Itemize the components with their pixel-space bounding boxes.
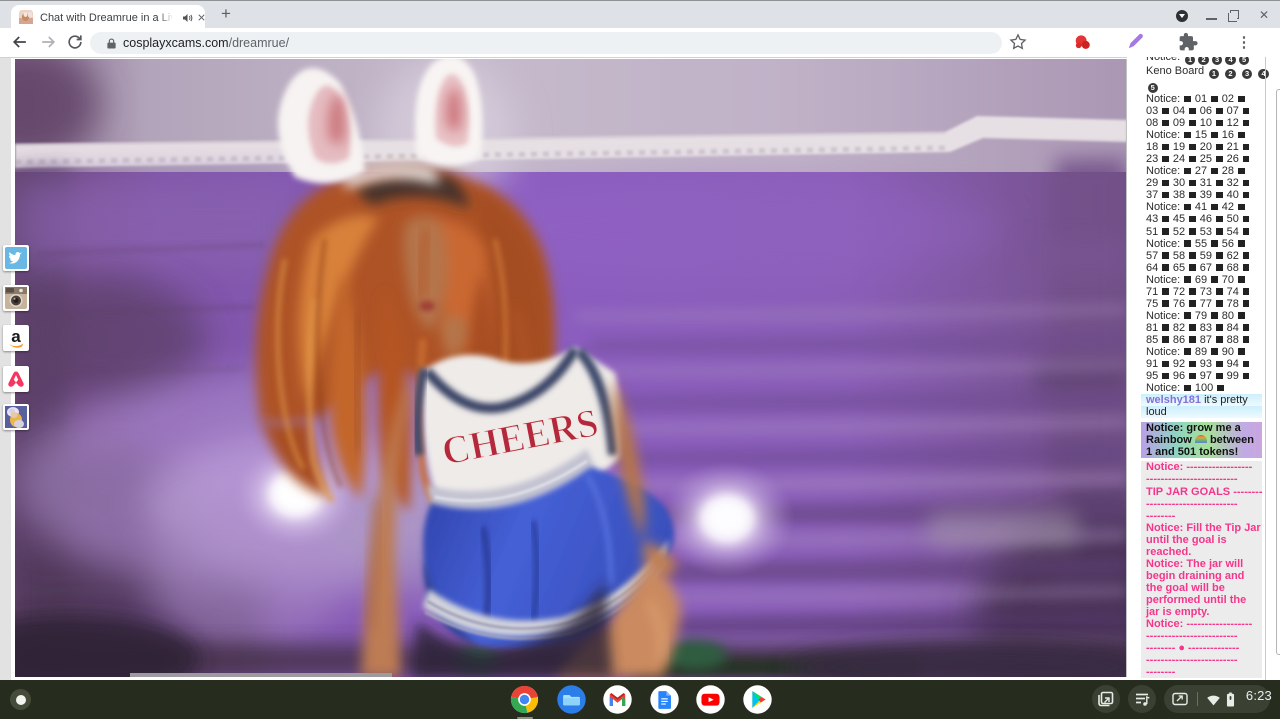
svg-text:a: a <box>11 327 21 346</box>
